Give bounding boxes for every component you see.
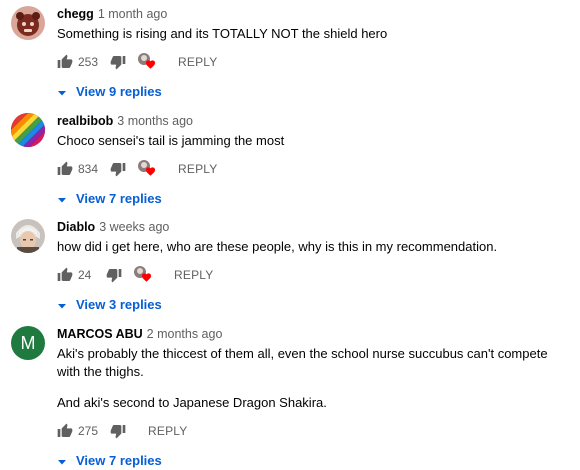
thumbs-up-icon[interactable] [57,267,73,283]
caret-down-icon [57,299,67,309]
comment-body: Diablo 3 weeks ago how did i get here, wh… [57,219,572,314]
avatar[interactable] [11,6,45,40]
like-count: 24 [78,268,92,282]
comment-body: chegg 1 month ago Something is rising and… [57,6,572,101]
comment-text: Choco sensei's tail is jamming the most [57,132,572,150]
creator-heart [138,53,156,71]
caret-down-icon [57,455,67,465]
comment-text-paragraph: And aki's second to Japanese Dragon Shak… [57,395,327,410]
avatar[interactable]: M [11,326,45,360]
comment-body: realbibob 3 months ago Choco sensei's tai… [57,113,572,208]
avatar[interactable] [11,219,45,253]
comment-time[interactable]: 3 weeks ago [99,220,169,234]
creator-heart-icon [145,166,156,177]
thumbs-down-icon[interactable] [110,161,126,177]
comment-header: Diablo 3 weeks ago [57,219,572,235]
comment-actions: 253 REPLY [57,50,572,74]
creator-heart [134,266,152,284]
author-name[interactable]: MARCOS ABU [57,327,143,341]
thumbs-down-icon[interactable] [106,267,122,283]
avatar[interactable] [11,113,45,147]
comment-time[interactable]: 1 month ago [98,7,168,21]
comment-text-paragraph: how did i get here, who are these people… [57,239,498,254]
comment-time[interactable]: 2 months ago [147,327,223,341]
view-replies-button[interactable]: View 3 replies [57,294,572,314]
view-replies-button[interactable]: View 7 replies [57,188,572,208]
creator-heart [138,160,156,178]
comment-text-paragraph: Something is rising and its TOTALLY NOT … [57,26,388,41]
reply-button[interactable]: REPLY [178,55,217,69]
reply-button[interactable]: REPLY [148,424,187,438]
comment-header: chegg 1 month ago [57,6,572,22]
thumbs-up-icon[interactable] [57,54,73,70]
creator-heart-icon [145,59,156,70]
view-replies-label: View 3 replies [76,296,162,312]
thumbs-up-icon[interactable] [57,423,73,439]
author-name[interactable]: Diablo [57,220,95,234]
author-name[interactable]: chegg [57,7,94,21]
comment-text-paragraph: Choco sensei's tail is jamming the most [57,133,285,148]
like-count: 834 [78,162,99,176]
comment-text: how did i get here, who are these people… [57,238,572,256]
comment-actions: 275 REPLY [57,419,572,443]
comment-actions: 24 REPLY [57,263,572,287]
view-replies-button[interactable]: View 7 replies [57,450,572,470]
like-count: 275 [78,424,99,438]
view-replies-button[interactable]: View 9 replies [57,81,572,101]
author-name[interactable]: realbibob [57,114,113,128]
view-replies-label: View 7 replies [76,452,162,468]
comment-actions: 834 REPLY [57,157,572,181]
caret-down-icon [57,86,67,96]
thumbs-down-icon[interactable] [110,423,126,439]
comment-time[interactable]: 3 months ago [117,114,193,128]
comment-text: Something is rising and its TOTALLY NOT … [57,25,572,43]
comment-text: Aki's probably the thiccest of them all,… [57,345,572,412]
view-replies-label: View 7 replies [76,190,162,206]
view-replies-label: View 9 replies [76,83,162,99]
like-count: 253 [78,55,99,69]
comment-header: realbibob 3 months ago [57,113,572,129]
thumbs-down-icon[interactable] [110,54,126,70]
reply-button[interactable]: REPLY [174,268,213,282]
comment-header: MARCOS ABU 2 months ago [57,326,572,342]
avatar-letter: M [20,332,36,353]
comment-text-paragraph: Aki's probably the thiccest of them all,… [57,346,548,379]
comment-body: MARCOS ABU 2 months ago Aki's probably th… [57,326,572,470]
creator-heart-icon [141,272,152,283]
thumbs-up-icon[interactable] [57,161,73,177]
reply-button[interactable]: REPLY [178,162,217,176]
caret-down-icon [57,193,67,203]
